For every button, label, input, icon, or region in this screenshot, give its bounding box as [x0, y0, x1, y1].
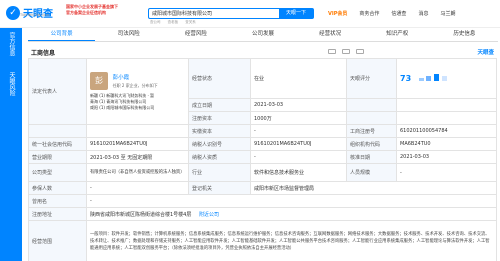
legal-rep-info: 彭小霞 任职 2 家企业，分布如下 — [113, 73, 158, 89]
share-icon[interactable] — [342, 49, 350, 54]
score-bars — [418, 74, 447, 83]
side-panel: 官方信息 天眼风险 — [0, 28, 22, 261]
promo-line: 官方备案企业征信机构 — [66, 10, 106, 15]
type-value: 有限责任公司（非自然人投资或控股的法人独资） — [86, 163, 189, 182]
paid-label: 实缴资本 — [188, 124, 251, 138]
tab-development[interactable]: 公司发展 — [229, 28, 296, 41]
org-label: 组织机构代码 — [346, 137, 397, 151]
score-label-text: 天眼评分 — [350, 76, 371, 82]
industry-value: 软件和信息技术服务业 — [250, 163, 347, 182]
scope-label: 经营范围 — [28, 220, 87, 261]
former-value: - — [86, 194, 497, 208]
type-label: 公司类型 — [28, 163, 87, 182]
share-item[interactable]: 咸阳 (1) 咸阳城市国际科技有限公司 — [90, 105, 185, 111]
nearby-companies-link[interactable]: 附近公司 — [199, 212, 219, 218]
section-title: 工商信息 — [31, 50, 56, 57]
tab-judicial-risk[interactable]: 司法风险 — [95, 28, 162, 41]
auth-label: 登记机关 — [188, 181, 251, 195]
nav-xintong[interactable]: 信通查 — [391, 10, 406, 17]
term-value: 2021-03-03 至 无固定期限 — [86, 150, 189, 164]
empty-value — [396, 111, 497, 125]
logo-subtitle: TianYanCha.com — [20, 13, 49, 17]
paid-value: - — [250, 124, 347, 138]
reg-no-label: 工商注册号 — [346, 124, 397, 138]
approve-label: 核准日期 — [346, 150, 397, 164]
nav-user[interactable]: 马兰朗 — [440, 10, 455, 17]
credit-label: 统一社会信用代码 — [28, 137, 87, 151]
copy-icon[interactable] — [328, 49, 336, 54]
legal-rep-label: 法定代表人 — [28, 58, 87, 125]
score-label: 天眼评分 — [346, 58, 397, 99]
tab-business-risk[interactable]: 经营风险 — [162, 28, 229, 41]
found-label: 成立日期 — [188, 98, 251, 112]
staff-label: 人员规模 — [346, 163, 397, 182]
status-value: 在业 — [250, 58, 347, 99]
search-tag[interactable]: 查老板 — [168, 20, 179, 24]
side-tab-official[interactable]: 官方信息 — [0, 32, 22, 59]
top-nav: VIP会员 商务合作 信通查 消息 马兰朗 — [328, 10, 467, 17]
address-label: 注册地址 — [28, 207, 87, 221]
taxpayer-value: 91610201MA6B24TU0J — [250, 137, 347, 151]
empty-label — [28, 124, 87, 138]
score-value: 73 — [400, 74, 412, 83]
auth-value: 咸阳市新区市场监督管理局 — [250, 181, 497, 195]
staff-value: - — [396, 163, 497, 182]
address-cell: 陕西省咸阳市新城区陈杨街道综合楼1号楼4层 附近公司 — [86, 207, 497, 221]
search-tags: 查公司 查老板 查关系 — [150, 20, 202, 25]
qual-label: 纳税人资质 — [188, 150, 251, 164]
tab-history[interactable]: 历史信息 — [431, 28, 498, 41]
empty-label — [346, 111, 397, 125]
side-tab-label: 天眼风险 — [8, 72, 15, 96]
taxpayer-label: 纳税人识别号 — [188, 137, 251, 151]
avatar[interactable]: 彭 — [90, 72, 108, 90]
found-value: 2021-03-03 — [250, 98, 347, 112]
insured-value: - — [86, 181, 189, 195]
nav-business[interactable]: 商务合作 — [359, 10, 379, 17]
credit-value: 91610201MA6B24TU0J — [86, 137, 189, 151]
tab-ip[interactable]: 知识产权 — [364, 28, 431, 41]
search-button[interactable]: 天眼一下 — [279, 9, 313, 18]
score-cell[interactable]: 73 — [396, 58, 497, 99]
nav-vip[interactable]: VIP会员 — [328, 10, 347, 17]
download-icon[interactable] — [356, 49, 364, 54]
side-tab-label: 官方信息 — [8, 32, 15, 56]
promo-banner: 国家中小企业发展子基金旗下 官方备案企业征信机构 — [66, 4, 132, 16]
tab-operations[interactable]: 经营状况 — [297, 28, 364, 41]
empty-value — [396, 98, 497, 112]
insured-label: 参保人数 — [28, 181, 87, 195]
scope-value: 一般项目：软件开发；软件销售；计算机系统服务；信息系统集成服务；信息系统运行维护… — [86, 220, 497, 261]
term-label: 营业期限 — [28, 150, 87, 164]
top-header: ✓ 天眼查 TianYanCha.com 国家中小企业发展子基金旗下 官方备案企… — [0, 0, 500, 28]
approve-value: 2021-03-03 — [396, 150, 497, 164]
side-tab-risk[interactable]: 天眼风险 — [0, 72, 22, 99]
former-label: 曾用名 — [28, 194, 87, 208]
search-tag[interactable]: 查关系 — [185, 20, 196, 24]
address-value: 陕西省咸阳市新城区陈杨街道综合楼1号楼4层 — [90, 211, 192, 218]
legal-rep-cell: 彭 彭小霞 任职 2 家企业，分布如下 新疆 (1) 新疆科大讯飞财务科技 · … — [86, 58, 189, 125]
business-info-table: 法定代表人 彭 彭小霞 任职 2 家企业，分布如下 新疆 (1) 新疆科大讯飞财… — [28, 58, 497, 261]
reg-no-value: 610201100054784 — [396, 124, 497, 138]
logo-icon: ✓ — [6, 5, 20, 20]
section-brand: 天眼查 — [477, 50, 494, 56]
capital-label: 注册资本 — [188, 111, 251, 125]
empty-label — [346, 98, 397, 112]
qual-value: - — [250, 150, 347, 164]
org-value: MA6B24TU0 — [396, 137, 497, 151]
industry-label: 行业 — [188, 163, 251, 182]
capital-value: 1000万 — [250, 111, 347, 125]
main-tabs: 公司背景 司法风险 经营风险 公司发展 经营状况 知识产权 历史信息 — [28, 28, 498, 42]
search-bar: 天眼一下 — [148, 8, 314, 19]
section-tools — [328, 49, 370, 54]
search-tag[interactable]: 查公司 — [150, 20, 161, 24]
empty-value — [86, 124, 189, 138]
section-header: 工商信息 天眼查 — [28, 45, 498, 57]
legal-rep-name[interactable]: 彭小霞 — [113, 73, 158, 81]
tab-background[interactable]: 公司背景 — [28, 28, 96, 41]
search-input[interactable] — [149, 9, 279, 18]
legal-rep-role: 任职 2 家企业，分布如下 — [112, 83, 158, 88]
status-label: 经营状态 — [188, 58, 251, 99]
nav-messages[interactable]: 消息 — [418, 10, 428, 17]
